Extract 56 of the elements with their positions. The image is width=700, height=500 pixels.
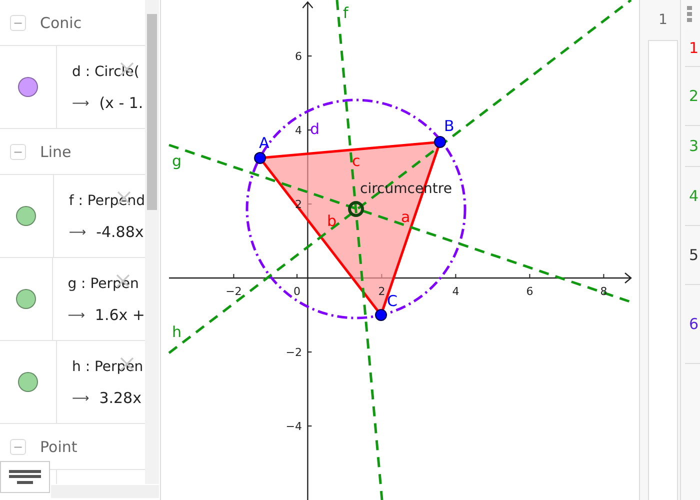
visibility-dot[interactable]	[16, 206, 36, 226]
group-title: Conic	[40, 14, 82, 32]
object-value: (x - 1.	[99, 94, 144, 112]
circumcentre-point	[348, 201, 364, 217]
step-number[interactable]: 1	[689, 39, 699, 57]
vertex-point[interactable]	[375, 309, 387, 321]
circle-label: d	[310, 120, 320, 138]
arrow-glyph: ⟶	[68, 225, 86, 239]
tick-label: 2	[378, 285, 386, 298]
tick-label: 6	[526, 285, 534, 298]
horizontal-scrollbar[interactable]	[51, 485, 159, 498]
object-value: -4.88x	[96, 223, 144, 241]
group-title: Line	[40, 142, 72, 160]
tick-label: 4	[452, 285, 460, 298]
tick-label: −4	[286, 420, 302, 433]
object-value: 3.28x	[99, 389, 142, 407]
vertex-point[interactable]	[254, 152, 266, 164]
collapse-button[interactable]: −	[10, 438, 26, 454]
tick-label: 8	[600, 285, 608, 298]
vertex-point[interactable]	[434, 136, 446, 148]
step-number[interactable]: 6	[689, 315, 699, 333]
segment-label: a	[401, 208, 410, 226]
keyboard-icon	[7, 468, 43, 486]
tick-label: 6	[295, 50, 302, 63]
point-label: B	[444, 117, 454, 135]
line-label: f	[343, 4, 348, 22]
menu-icon[interactable]	[687, 6, 692, 23]
point-label: C	[387, 292, 398, 310]
tick-label: 4	[295, 124, 302, 137]
visibility-dot[interactable]	[16, 289, 36, 309]
line-label: h	[172, 323, 182, 341]
arrow-glyph: ⟶	[72, 391, 90, 405]
object-definition[interactable]: h : Perpen	[72, 359, 144, 375]
visibility-dot[interactable]	[18, 77, 38, 97]
point-label: A	[259, 134, 270, 152]
collapse-button[interactable]: −	[10, 14, 26, 30]
step-number[interactable]: 4	[689, 187, 699, 205]
line-label: g	[172, 152, 182, 170]
segment-label: c	[352, 152, 360, 170]
keyboard-button[interactable]	[0, 461, 50, 493]
arrow-glyph: ⟶	[72, 96, 90, 110]
tick-label: 0	[294, 285, 300, 298]
arrow-glyph: ⟶	[68, 308, 85, 322]
step-number[interactable]: 3	[689, 137, 699, 155]
spreadsheet-cells[interactable]	[648, 41, 678, 500]
tick-label: −2	[226, 285, 242, 298]
object-value: 1.6x +	[94, 306, 145, 324]
scrollbar[interactable]	[145, 0, 159, 484]
collapse-button[interactable]: −	[10, 144, 26, 160]
visibility-dot[interactable]	[18, 372, 38, 392]
tick-label: −2	[286, 346, 302, 359]
group-title: Point	[40, 438, 78, 456]
step-number[interactable]: 2	[689, 87, 699, 105]
object-definition[interactable]: g : Perpen	[68, 276, 145, 292]
step-number[interactable]: 5	[689, 246, 699, 264]
segment-label: b	[327, 212, 337, 230]
